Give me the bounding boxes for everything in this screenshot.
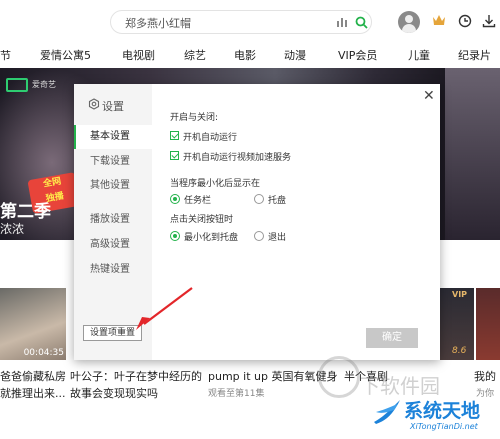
sidebar-item-other[interactable]: 其他设置 xyxy=(74,174,152,198)
close-section-label: 点击关闭按钮时 xyxy=(170,215,234,225)
hero-side-image[interactable] xyxy=(445,68,500,240)
score-label: 8.6 xyxy=(452,346,467,356)
download-icon[interactable] xyxy=(482,14,496,28)
minimize-to-tray-label[interactable]: 最小化到托盘 xyxy=(184,230,238,243)
sidebar-item-advanced[interactable]: 高级设置 xyxy=(74,233,152,257)
dialog-title: 设置 xyxy=(102,100,124,113)
nav-item[interactable]: 爱情公寓5 xyxy=(40,47,91,63)
nav-item[interactable]: 电影 xyxy=(234,47,256,63)
close-icon[interactable]: ✕ xyxy=(423,88,435,104)
caption-title[interactable]: 故事会变现现实吗 xyxy=(70,385,158,401)
vip-badge: VIP xyxy=(452,290,468,299)
settings-dialog: 设置 基本设置 下载设置 其他设置 播放设置 高级设置 热键设置 设置项重置 ✕… xyxy=(74,84,440,360)
taskbar-radio[interactable] xyxy=(170,194,180,204)
settings-hex-icon xyxy=(88,98,100,110)
annotation-arrow-icon xyxy=(136,287,193,330)
sidebar-item-basic[interactable]: 基本设置 xyxy=(74,125,152,149)
startup-section-label: 开启与关闭: xyxy=(170,113,219,123)
caption-title[interactable]: 我的 xyxy=(474,368,496,384)
voice-bars-icon[interactable] xyxy=(337,17,349,27)
caption-title[interactable]: 就推理出来... xyxy=(0,385,66,401)
ok-button[interactable]: 确定 xyxy=(366,328,418,348)
exit-label[interactable]: 退出 xyxy=(268,230,286,243)
sidebar-item-hotkeys[interactable]: 热键设置 xyxy=(74,258,152,282)
taskbar-label[interactable]: 任务栏 xyxy=(184,193,211,206)
minimize-to-tray-radio[interactable] xyxy=(170,231,180,241)
crown-icon[interactable] xyxy=(432,14,446,26)
watermark-text: 下软件园 xyxy=(360,374,440,398)
nav-item[interactable]: 儿童 xyxy=(408,47,430,63)
search-input[interactable]: 郑多燕小红帽 xyxy=(125,15,191,31)
autostart-checkbox[interactable] xyxy=(170,131,179,140)
hero-subtitle: 浓浓 xyxy=(0,222,25,236)
minimize-section-label: 当程序最小化后显示在 xyxy=(170,179,261,189)
brand-name: 系统天地 xyxy=(404,400,481,422)
sidebar-item-download[interactable]: 下载设置 xyxy=(74,150,152,174)
brand-logo-icon xyxy=(374,400,400,424)
caption-title[interactable]: 叶公子：叶子在梦中经历的 xyxy=(70,368,202,384)
video-thumb-2[interactable]: VIP 8.6 xyxy=(438,288,474,360)
iqiyi-logo-icon xyxy=(6,78,28,92)
video-thumb-1[interactable]: 00:04:35 xyxy=(0,288,66,360)
autostart-accel-checkbox[interactable] xyxy=(170,151,179,160)
tray-radio[interactable] xyxy=(254,194,264,204)
sidebar-item-playback[interactable]: 播放设置 xyxy=(74,208,152,232)
hero-season: 第二季 xyxy=(0,202,51,222)
nav-item[interactable]: 节 xyxy=(0,47,11,63)
hero-logo-text: 爱奇艺 xyxy=(32,80,56,89)
tray-label[interactable]: 托盘 xyxy=(268,193,286,206)
caption-progress: 观看至第11集 xyxy=(208,389,265,399)
search-icon[interactable] xyxy=(355,16,368,29)
nav-item[interactable]: 纪录片 xyxy=(458,47,491,63)
nav-item[interactable]: 电视剧 xyxy=(122,47,155,63)
nav-item[interactable]: 综艺 xyxy=(184,47,206,63)
top-bar: 郑多燕小红帽 xyxy=(0,0,500,44)
category-nav: 节 爱情公寓5 电视剧 综艺 电影 动漫 VIP会员 儿童 纪录片 xyxy=(0,44,500,68)
nav-item[interactable]: 动漫 xyxy=(284,47,306,63)
exit-radio[interactable] xyxy=(254,231,264,241)
autostart-label[interactable]: 开机自动运行 xyxy=(183,130,237,143)
nav-item[interactable]: VIP会员 xyxy=(338,47,377,63)
search-box[interactable]: 郑多燕小红帽 xyxy=(110,10,372,34)
autostart-accel-label[interactable]: 开机自动运行视频加速服务 xyxy=(183,150,291,163)
brand-url: XiTongTianDi.net xyxy=(410,422,478,431)
caption-title[interactable]: 爸爸偷藏私房 xyxy=(0,368,66,384)
history-icon[interactable] xyxy=(458,14,472,28)
avatar[interactable] xyxy=(398,11,420,33)
video-thumb-3[interactable] xyxy=(476,288,500,360)
watermark-logo-icon xyxy=(318,356,360,398)
duration-label: 00:04:35 xyxy=(23,348,64,358)
